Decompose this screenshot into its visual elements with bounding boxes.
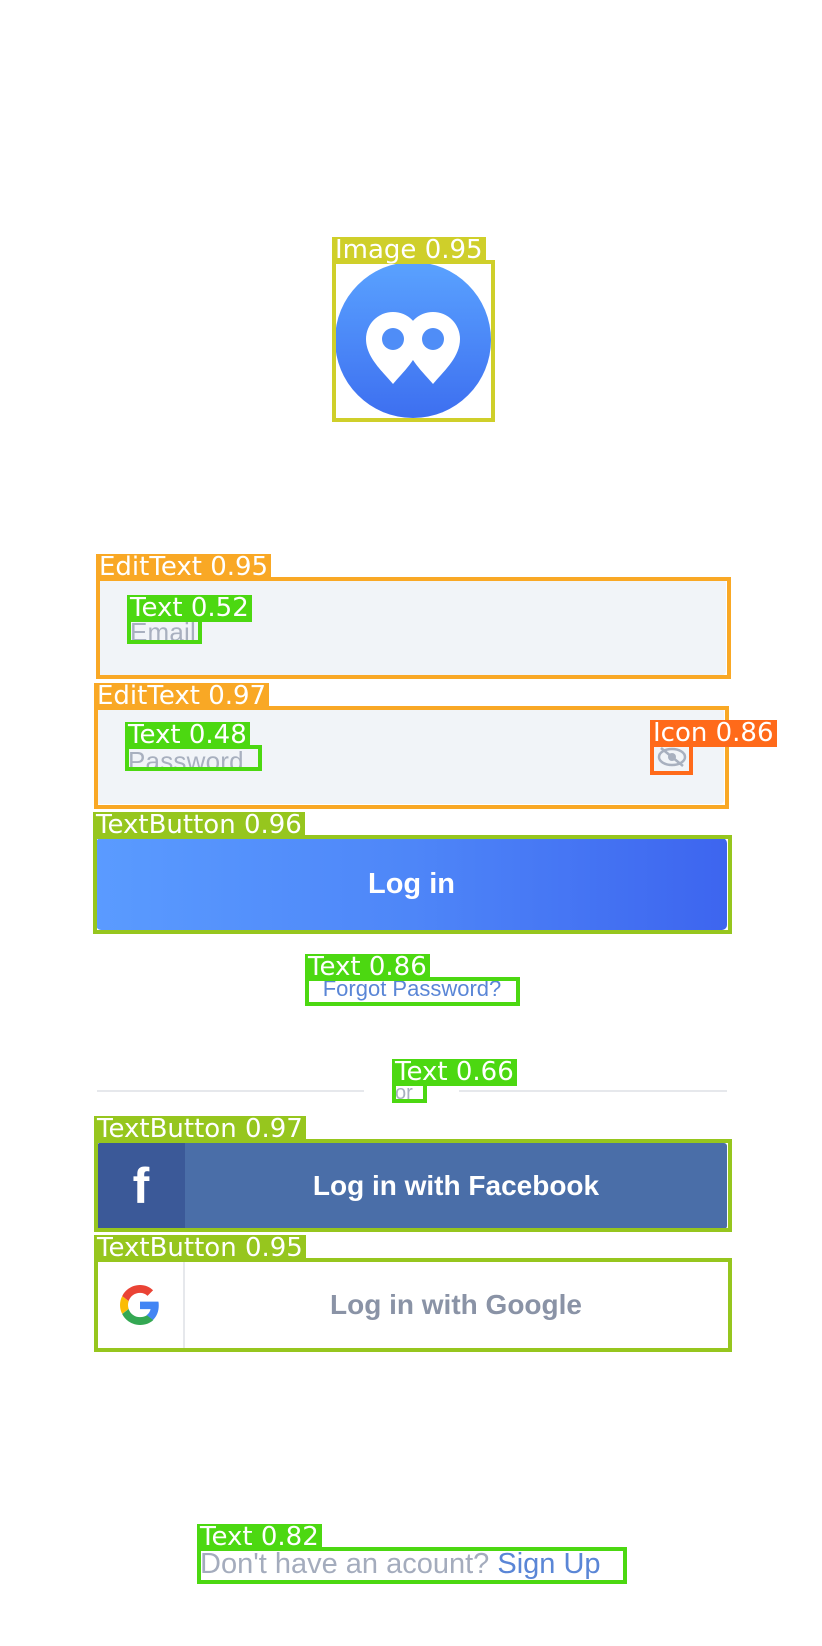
detection-label: Text 0.66 xyxy=(392,1059,517,1086)
divider-left xyxy=(97,1090,364,1092)
detection-label: Text 0.48 xyxy=(125,722,250,749)
detection-box-facebook-button: TextButton 0.97 xyxy=(94,1116,732,1232)
detection-box-or-text: Text 0.66 xyxy=(392,1059,517,1103)
detection-label: EditText 0.97 xyxy=(94,683,270,710)
detection-label: Text 0.86 xyxy=(305,954,430,981)
detection-label: TextButton 0.96 xyxy=(93,812,305,839)
detection-label: EditText 0.95 xyxy=(96,554,272,581)
detection-box-forgot-text: Text 0.86 xyxy=(305,954,520,1006)
detection-label: Icon 0.86 xyxy=(650,720,777,747)
divider-right xyxy=(459,1090,727,1092)
detection-box-email-text: Text 0.52 xyxy=(127,595,252,644)
detection-box-password-text: Text 0.48 xyxy=(125,722,262,771)
detection-box-signup-text: Text 0.82 xyxy=(197,1524,627,1584)
detection-label: Text 0.52 xyxy=(127,595,252,622)
detection-box-google-button: TextButton 0.95 xyxy=(94,1235,732,1352)
detection-label: Image 0.95 xyxy=(332,237,486,264)
detection-box-eye-icon: Icon 0.86 xyxy=(650,720,777,775)
detection-label: TextButton 0.95 xyxy=(94,1235,306,1262)
detection-label: TextButton 0.97 xyxy=(94,1116,306,1143)
detection-box-image: Image 0.95 xyxy=(332,237,495,422)
detection-box-login-button: TextButton 0.96 xyxy=(93,812,732,934)
detection-label: Text 0.82 xyxy=(197,1524,322,1551)
